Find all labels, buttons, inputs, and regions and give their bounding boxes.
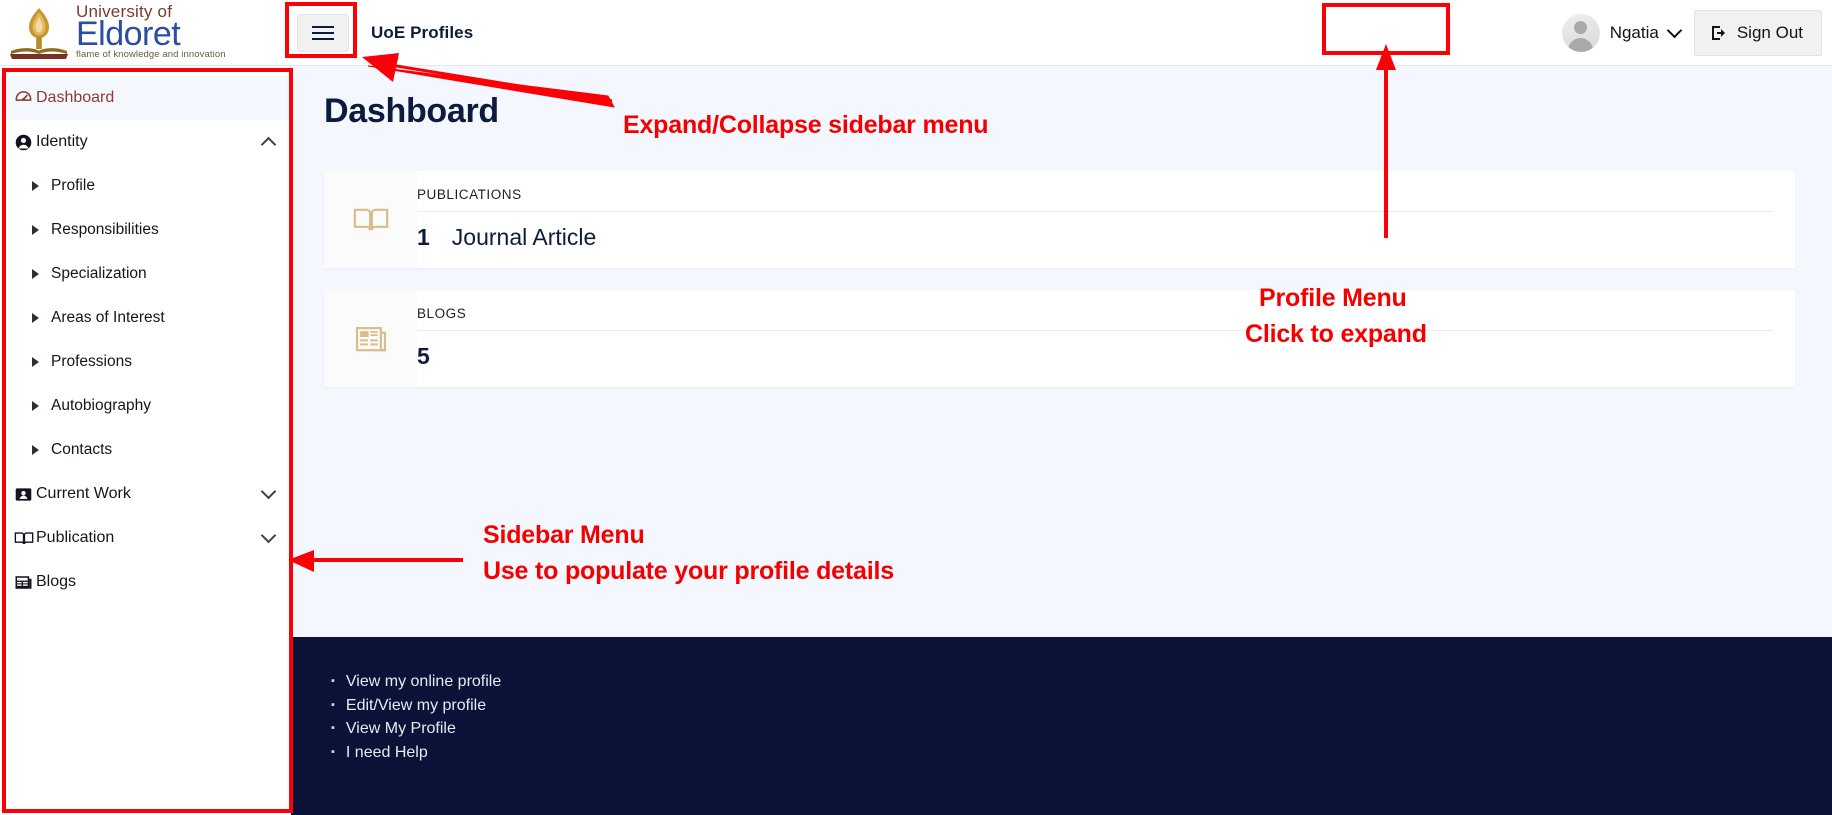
chevron-down-icon: [1666, 22, 1683, 38]
triangle-right-icon: [32, 401, 39, 411]
card-icon-wrapper: [324, 171, 417, 268]
sidebar-subitem-profile[interactable]: Profile: [0, 164, 290, 208]
chevron-down-icon: [260, 483, 277, 500]
sidebar-item-label: Blogs: [36, 573, 77, 590]
chevron-up-icon: [260, 136, 277, 152]
sidebar-subitem-areas-of-interest[interactable]: Areas of Interest: [0, 296, 290, 340]
sidebar-item-current-work[interactable]: Current Work: [0, 472, 290, 516]
newspaper-icon: [355, 326, 386, 351]
top-header: University of Eldoret flame of knowledge…: [0, 0, 1832, 66]
sidebar-subitem-responsibilities[interactable]: Responsibilities: [0, 208, 290, 252]
id-card-icon: [14, 485, 36, 504]
footer-link-view-online-profile[interactable]: View my online profile: [331, 671, 1832, 695]
card-label: PUBLICATIONS: [417, 187, 522, 202]
hamburger-icon-bar: [312, 37, 334, 40]
university-logo: University of Eldoret flame of knowledge…: [8, 3, 226, 62]
sidebar-subitem-contacts[interactable]: Contacts: [0, 428, 290, 472]
profile-menu-button[interactable]: Ngatia: [1551, 7, 1694, 58]
sidebar-item-label: Publication: [36, 529, 115, 546]
triangle-right-icon: [32, 313, 39, 323]
brand-wordmark: University of Eldoret flame of knowledge…: [76, 3, 226, 62]
triangle-right-icon: [32, 269, 39, 279]
sidebar-item-label: Current Work: [36, 485, 131, 502]
torch-book-logo-icon: [10, 7, 68, 59]
brand-tagline: flame of knowledge and innovation: [76, 49, 226, 61]
triangle-right-icon: [32, 357, 39, 367]
sidebar-subitem-professions[interactable]: Professions: [0, 340, 290, 384]
app-title: UoE Profiles: [371, 22, 474, 42]
user-circle-icon: [14, 133, 36, 152]
footer-link-i-need-help[interactable]: I need Help: [331, 742, 1832, 766]
card-subtitle: Journal Article: [451, 224, 597, 250]
book-open-icon: [14, 529, 36, 548]
stat-card-blogs[interactable]: BLOGS 5: [324, 290, 1795, 387]
sign-out-button[interactable]: Sign Out: [1693, 9, 1822, 56]
chevron-down-icon: [260, 527, 277, 544]
card-count: 1: [417, 224, 430, 250]
header-right-group: Ngatia Sign Out: [1551, 0, 1832, 66]
dashboard-cards: PUBLICATIONS 1 Journal Article BLOGS 5: [291, 131, 1832, 387]
card-icon-wrapper: [324, 290, 417, 387]
card-value-row: 5: [417, 331, 1773, 370]
newspaper-icon: [14, 573, 36, 592]
sign-out-label: Sign Out: [1736, 22, 1803, 42]
triangle-right-icon: [32, 181, 39, 191]
stat-card-publications[interactable]: PUBLICATIONS 1 Journal Article: [324, 171, 1795, 268]
sidebar-subitem-label: Profile: [51, 177, 95, 194]
brand-name-line: Eldoret: [76, 15, 181, 54]
card-body: PUBLICATIONS 1 Journal Article: [417, 171, 1795, 268]
sidebar-subitem-label: Contacts: [51, 441, 113, 458]
user-avatar-icon: [1561, 13, 1600, 52]
page-title: Dashboard: [324, 92, 499, 130]
sidebar-item-label: Identity: [36, 133, 88, 150]
sidebar-subitem-label: Areas of Interest: [51, 309, 165, 326]
sign-out-icon: [1711, 25, 1725, 40]
sidebar: Dashboard Identity Profile Responsibilit…: [0, 66, 291, 815]
card-label: BLOGS: [417, 306, 467, 321]
sidebar-item-identity[interactable]: Identity: [0, 120, 290, 164]
footer-link-view-my-profile[interactable]: View My Profile: [331, 718, 1832, 742]
sidebar-item-dashboard[interactable]: Dashboard: [0, 76, 290, 120]
footer: View my online profile Edit/View my prof…: [291, 637, 1832, 815]
card-value-row: 1 Journal Article: [417, 212, 1773, 251]
sidebar-toggle-button[interactable]: [297, 13, 349, 52]
brand-logo-area: University of Eldoret flame of knowledge…: [0, 0, 285, 66]
triangle-right-icon: [32, 445, 39, 455]
app-root: University of Eldoret flame of knowledge…: [0, 0, 1832, 815]
footer-link-list: View my online profile Edit/View my prof…: [331, 671, 1832, 765]
sidebar-subitem-label: Responsibilities: [51, 221, 159, 238]
sidebar-item-publication[interactable]: Publication: [0, 516, 290, 560]
footer-link-edit-view-profile[interactable]: Edit/View my profile: [331, 695, 1832, 719]
sidebar-subitem-label: Professions: [51, 353, 132, 370]
profile-name-label: Ngatia: [1609, 22, 1659, 42]
triangle-right-icon: [32, 225, 39, 235]
sidebar-subitem-label: Autobiography: [51, 397, 151, 414]
sidebar-item-label: Dashboard: [36, 89, 115, 106]
book-open-icon: [353, 208, 388, 230]
sidebar-subitem-autobiography[interactable]: Autobiography: [0, 384, 290, 428]
hamburger-icon-bar: [312, 31, 334, 34]
card-body: BLOGS 5: [417, 290, 1795, 387]
sidebar-subitem-label: Specialization: [51, 265, 147, 282]
card-count: 5: [417, 343, 430, 369]
sidebar-item-blogs[interactable]: Blogs: [0, 560, 290, 604]
speedometer-icon: [14, 89, 36, 108]
hamburger-icon-bar: [312, 25, 334, 28]
sidebar-subitem-specialization[interactable]: Specialization: [0, 252, 290, 296]
